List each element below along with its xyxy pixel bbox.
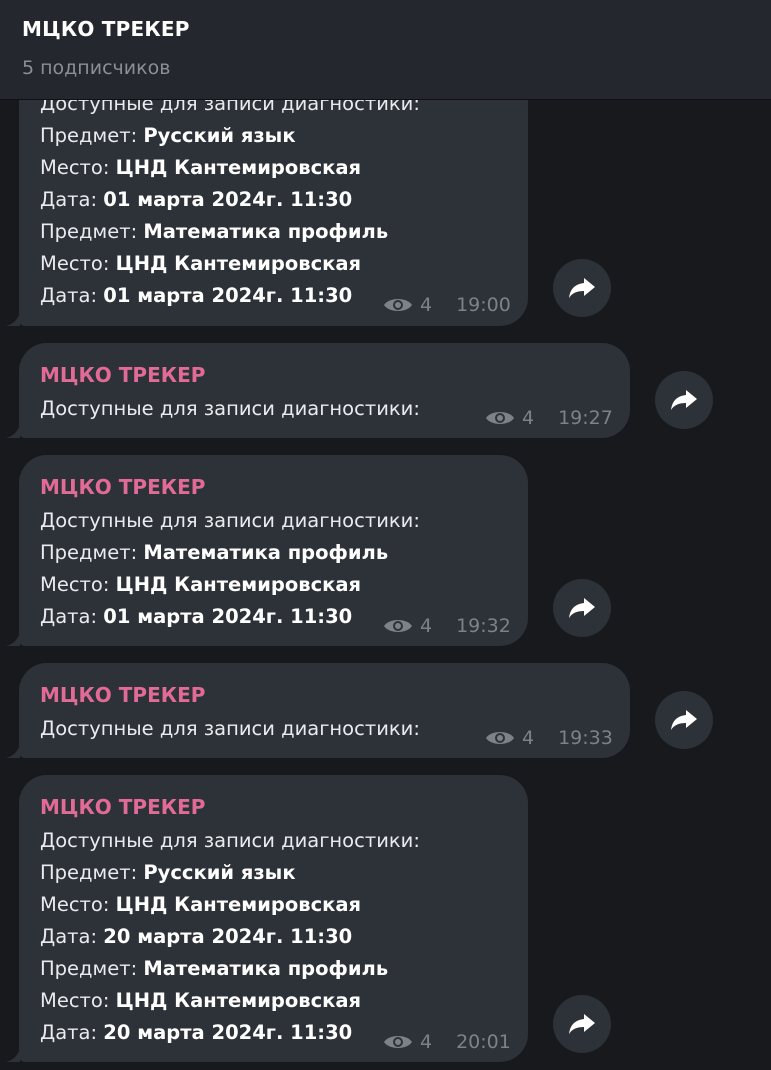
message-meta: 4 20:01: [382, 1029, 511, 1055]
message-line: Место: ЦНД Кантемировская: [40, 893, 362, 916]
share-arrow-icon: [569, 1014, 595, 1034]
message-line: Дата: 01 марта 2024г. 11:30: [40, 188, 353, 211]
message-line: Предмет: Математика профиль: [40, 220, 389, 243]
message-author: МЦКО ТРЕКЕР: [40, 683, 206, 707]
share-button[interactable]: [553, 579, 611, 637]
share-arrow-icon: [569, 598, 595, 618]
message-bubble[interactable]: МЦКО ТРЕКЕР Доступные для записи диагнос…: [19, 663, 630, 758]
message-line: Дата: 01 марта 2024г. 11:30: [40, 284, 353, 307]
bubble-tail: [6, 312, 20, 326]
eye-icon: [486, 732, 514, 744]
share-button[interactable]: [553, 259, 611, 317]
message-bubble[interactable]: МЦКО ТРЕКЕР Доступные для записи диагнос…: [19, 775, 528, 1062]
subscriber-count: 5 подписчиков: [22, 57, 171, 79]
message-line: Доступные для записи диагностики:: [40, 829, 420, 852]
message-line: Место: ЦНД Кантемировская: [40, 573, 362, 596]
message-author: МЦКО ТРЕКЕР: [40, 363, 206, 387]
message-bubble[interactable]: МЦКО ТРЕКЕР Доступные для записи диагнос…: [19, 343, 630, 438]
message-time: 19:32: [456, 615, 511, 637]
message-meta: 4 19:32: [382, 613, 511, 639]
share-button[interactable]: [655, 691, 713, 749]
message-line: Доступные для записи диагностики:: [40, 717, 420, 740]
message-author: МЦКО ТРЕКЕР: [40, 475, 206, 499]
message-line: Место: ЦНД Кантемировская: [40, 989, 362, 1012]
message-line: Место: ЦНД Кантемировская: [40, 156, 362, 179]
share-arrow-icon: [671, 710, 697, 730]
bubble-tail: [6, 744, 20, 758]
message-line: Место: ЦНД Кантемировская: [40, 252, 362, 275]
channel-header[interactable]: МЦКО ТРЕКЕР 5 подписчиков: [0, 0, 771, 100]
views-count: 4: [522, 727, 535, 749]
message-meta: 4 19:00: [382, 292, 511, 318]
eye-icon: [384, 620, 412, 632]
message-bubble[interactable]: МЦКО ТРЕКЕР Доступные для записи диагнос…: [19, 455, 528, 646]
message-line: Предмет: Математика профиль: [40, 957, 389, 980]
bubble-tail: [6, 1048, 20, 1062]
eye-icon: [486, 412, 514, 424]
share-button[interactable]: [553, 995, 611, 1053]
message-line: Дата: 20 марта 2024г. 11:30: [40, 925, 353, 948]
views-count: 4: [420, 294, 433, 316]
eye-icon: [384, 1036, 412, 1048]
eye-icon: [384, 299, 412, 311]
message-time: 19:00: [456, 294, 511, 316]
message-feed: Доступные для записи диагностики: Предме…: [0, 0, 771, 1070]
views-count: 4: [420, 1031, 433, 1053]
message-time: 19:33: [558, 727, 613, 749]
bubble-tail: [6, 632, 20, 646]
message-time: 20:01: [456, 1031, 511, 1053]
message-meta: 4 19:27: [484, 405, 613, 431]
message-author: МЦКО ТРЕКЕР: [40, 795, 206, 819]
share-arrow-icon: [671, 390, 697, 410]
message-bubble[interactable]: Доступные для записи диагностики: Предме…: [19, 70, 528, 326]
bubble-tail: [6, 424, 20, 438]
share-button[interactable]: [655, 371, 713, 429]
message-line: Предмет: Математика профиль: [40, 541, 389, 564]
message-line: Доступные для записи диагностики:: [40, 509, 420, 532]
share-arrow-icon: [569, 278, 595, 298]
message-meta: 4 19:33: [484, 725, 613, 751]
views-count: 4: [522, 407, 535, 429]
message-line: Дата: 20 марта 2024г. 11:30: [40, 1021, 353, 1044]
views-count: 4: [420, 615, 433, 637]
channel-title[interactable]: МЦКО ТРЕКЕР: [22, 17, 190, 41]
message-line: Дата: 01 марта 2024г. 11:30: [40, 605, 353, 628]
message-line: Предмет: Русский язык: [40, 124, 296, 147]
message-time: 19:27: [558, 407, 613, 429]
message-line: Предмет: Русский язык: [40, 861, 296, 884]
message-line: Доступные для записи диагностики:: [40, 397, 420, 420]
